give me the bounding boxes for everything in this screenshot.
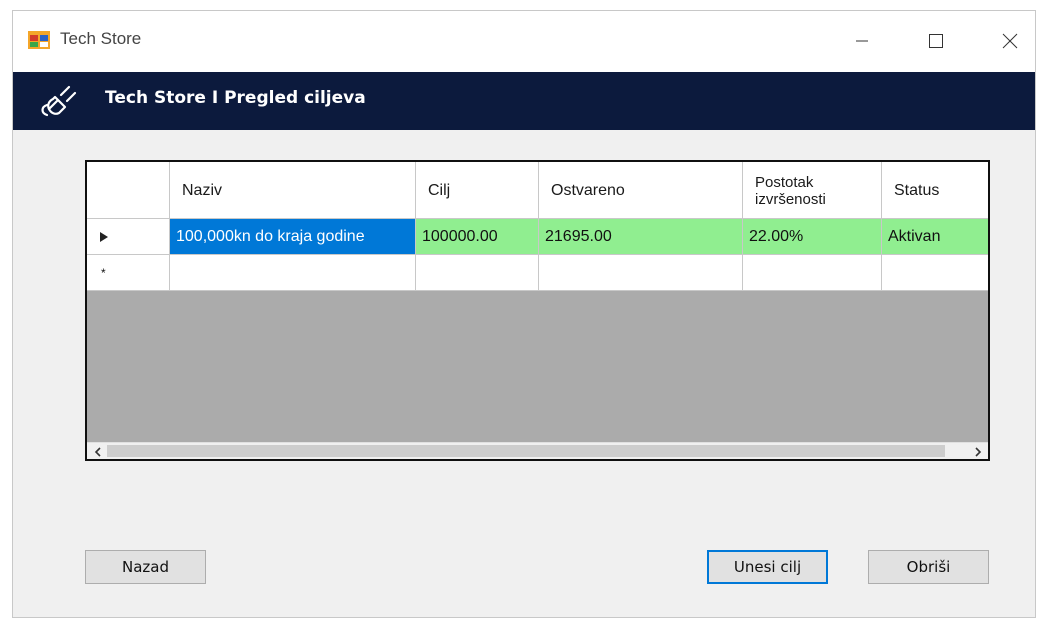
header-banner: Tech Store I Pregled ciljeva xyxy=(13,72,1035,130)
title-bar[interactable]: Tech Store xyxy=(13,11,1035,72)
cell-naziv[interactable]: 100,000kn do kraja godine xyxy=(170,219,416,255)
column-header-label-line1: Postotak xyxy=(755,173,814,191)
cell-postotak[interactable]: 22.00% xyxy=(743,219,882,255)
column-header-label: Ostvareno xyxy=(551,181,625,199)
minimize-icon xyxy=(856,40,868,42)
column-header-label: Status xyxy=(894,181,940,199)
scroll-right-button[interactable] xyxy=(969,443,986,459)
main-window: Tech Store Tech Store I Pregled ciljeva … xyxy=(12,10,1036,618)
goals-data-grid[interactable]: Naziv Cilj Ostvareno Postotak izvršenost… xyxy=(85,160,990,461)
new-cell-cilj[interactable] xyxy=(416,255,539,291)
cell-status[interactable]: Aktivan xyxy=(882,219,988,255)
column-header-label: Naziv xyxy=(182,181,223,199)
delete-button[interactable]: Obriši xyxy=(868,550,989,584)
table-row[interactable]: 100,000kn do kraja godine 100000.00 2169… xyxy=(87,219,988,255)
grid-column-headers: Naziv Cilj Ostvareno Postotak izvršenost… xyxy=(87,162,988,219)
column-header-ostvareno[interactable]: Ostvareno xyxy=(539,162,743,219)
row-indicator[interactable] xyxy=(87,219,170,255)
header-title: Tech Store I Pregled ciljeva xyxy=(105,88,366,108)
column-header-postotak[interactable]: Postotak izvršenosti xyxy=(743,162,882,219)
new-cell-status[interactable] xyxy=(882,255,988,291)
column-header-cilj[interactable]: Cilj xyxy=(416,162,539,219)
column-header-naziv[interactable]: Naziv xyxy=(170,162,416,219)
row-header-corner xyxy=(87,162,170,219)
scrollbar-thumb[interactable] xyxy=(107,445,945,457)
column-header-status[interactable]: Status xyxy=(882,162,988,219)
cell-cilj[interactable]: 100000.00 xyxy=(416,219,539,255)
horizontal-scrollbar[interactable] xyxy=(87,442,988,459)
new-row-indicator[interactable]: * xyxy=(87,255,170,291)
cell-ostvareno[interactable]: 21695.00 xyxy=(539,219,743,255)
column-header-label-line2: izvršenosti xyxy=(755,190,826,208)
back-button[interactable]: Nazad xyxy=(85,550,206,584)
maximize-icon xyxy=(929,34,943,48)
close-button[interactable] xyxy=(987,25,1033,57)
maximize-button[interactable] xyxy=(913,25,959,57)
add-goal-button[interactable]: Unesi cilj xyxy=(707,550,828,584)
close-icon xyxy=(1002,33,1018,49)
new-cell-naziv[interactable] xyxy=(170,255,416,291)
plug-icon xyxy=(41,85,77,117)
grid-body: Naziv Cilj Ostvareno Postotak izvršenost… xyxy=(87,162,988,442)
new-cell-postotak[interactable] xyxy=(743,255,882,291)
window-title: Tech Store xyxy=(60,29,142,48)
app-icon xyxy=(28,31,50,49)
chevron-right-icon xyxy=(974,446,981,457)
chevron-left-icon xyxy=(94,446,101,457)
new-row[interactable]: * xyxy=(87,255,988,291)
new-cell-ostvareno[interactable] xyxy=(539,255,743,291)
current-row-arrow-icon xyxy=(100,231,108,242)
scroll-left-button[interactable] xyxy=(89,443,106,459)
minimize-button[interactable] xyxy=(839,25,885,57)
column-header-label: Cilj xyxy=(428,181,451,199)
